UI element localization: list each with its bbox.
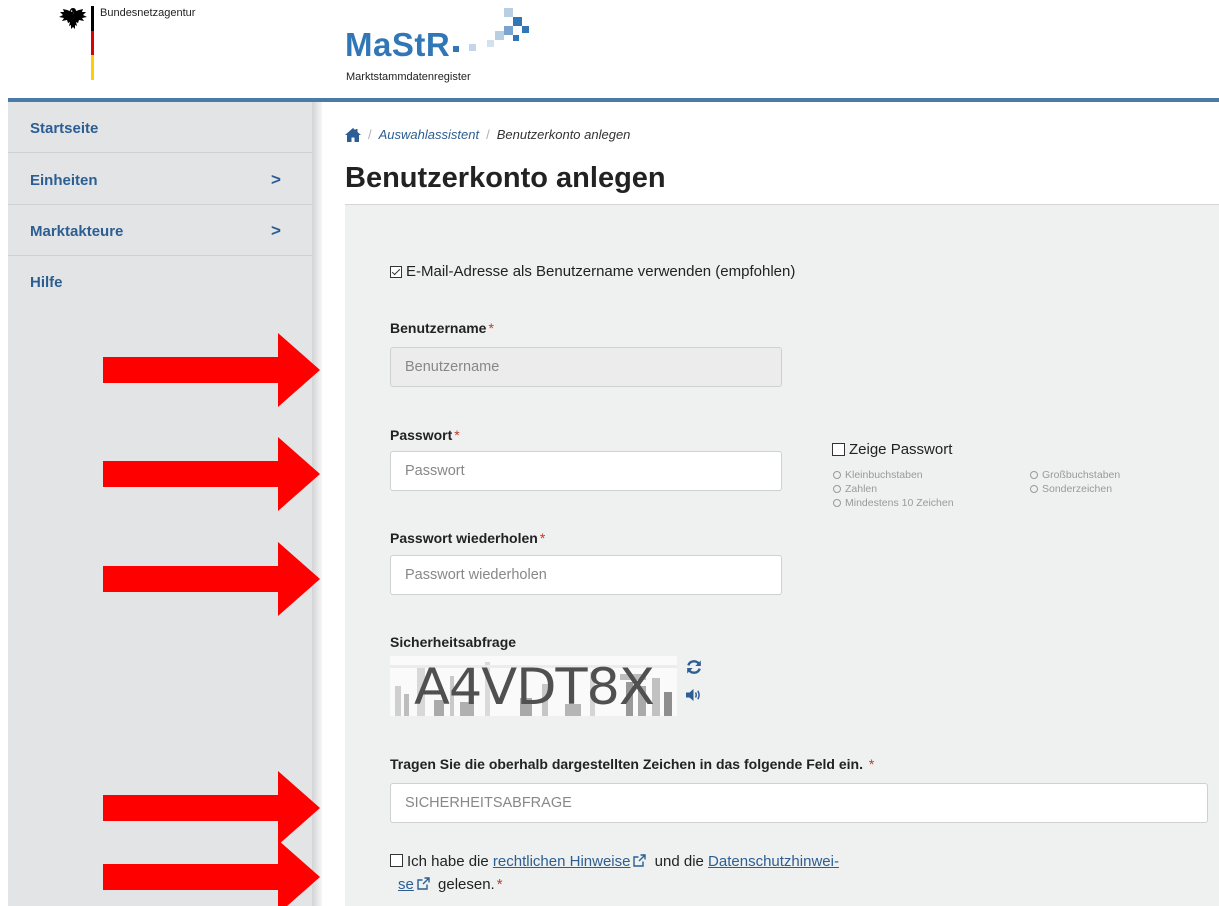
password-rule-digits: Zahlen (833, 483, 877, 495)
privacy-link-continued[interactable]: se (398, 876, 414, 893)
rule-text: Zahlen (845, 483, 878, 495)
sidebar-item-label: Marktakteure (30, 223, 124, 240)
bundesnetzagentur-logo[interactable]: Bundesnetzagentur (58, 6, 195, 81)
sidebar-item-label: Einheiten (30, 172, 98, 189)
password-rule-minlength: Mindestens 10 Zeichen (833, 497, 954, 509)
sidebar-item-label: Hilfe (30, 274, 63, 291)
chevron-right-icon: > (271, 170, 281, 189)
captcha-label: Sicherheitsabfrage (390, 634, 517, 650)
rule-text: Sonderzeichen (1042, 483, 1113, 495)
required-mark: * (868, 756, 875, 772)
terms-suffix: gelesen. (438, 876, 495, 893)
chevron-right-icon: > (271, 221, 281, 240)
external-link-icon (417, 877, 430, 890)
terms-line-2: se gelesen. * (390, 874, 503, 896)
agency-name: Bundesnetzagentur (100, 7, 196, 19)
external-link-icon (633, 854, 647, 867)
breadcrumb-link-auswahlassistent[interactable]: Auswahlassistent (379, 127, 479, 142)
rule-circle-icon (1030, 485, 1038, 493)
red-arrow-annotation (103, 840, 320, 906)
mastr-logo[interactable]: MaStR Marktstammdatenregister (345, 6, 545, 90)
breadcrumb-current: Benutzerkonto anlegen (496, 127, 631, 142)
password-rule-special: Sonderzeichen (1030, 483, 1112, 495)
breadcrumb: / Auswahlassistent / Benutzerkonto anleg… (345, 127, 630, 142)
terms-checkbox-row[interactable]: Ich habe die rechtlichen Hinweise und di… (390, 851, 839, 873)
federal-eagle-icon (59, 8, 87, 29)
required-mark: * (454, 427, 460, 443)
show-password-checkbox[interactable]: Zeige Passwort (832, 441, 952, 458)
rule-circle-icon (833, 471, 841, 479)
logo-title: MaStR (345, 26, 451, 63)
password-repeat-label-text: Passwort wiederholen (390, 530, 538, 546)
rule-circle-icon (833, 485, 841, 493)
legal-notice-link[interactable]: rechtlichen Hinweise (493, 853, 631, 870)
red-arrow-annotation (103, 437, 320, 511)
required-mark: * (496, 876, 503, 893)
sidebar-item-label: Startseite (30, 120, 99, 137)
home-icon[interactable] (345, 127, 361, 142)
sidebar-item-einheiten[interactable]: Einheiten > (8, 154, 312, 205)
logo-pixel-graphic (453, 8, 529, 52)
refresh-icon[interactable] (686, 659, 702, 675)
rule-text: Mindestens 10 Zeichen (845, 497, 954, 509)
captcha-input-label-text: Tragen Sie die oberhalb dargestellten Ze… (390, 756, 863, 772)
required-mark: * (488, 320, 494, 336)
captcha-input-label: Tragen Sie die oberhalb dargestellten Ze… (390, 756, 874, 772)
password-input[interactable]: Passwort (390, 451, 782, 491)
username-label-text: Benutzername (390, 320, 487, 336)
password-rule-uppercase: Großbuchstaben (1030, 469, 1120, 481)
page-header: Bundesnetzagentur MaStR Marktstammdatenr… (0, 0, 1219, 98)
red-arrow-annotation (103, 771, 320, 845)
checkbox-unchecked-icon[interactable] (390, 854, 403, 867)
speaker-icon[interactable] (686, 688, 702, 702)
german-flag-bar (91, 6, 94, 81)
password-repeat-label: Passwort wiederholen * (390, 530, 545, 546)
rule-text: Großbuchstaben (1042, 469, 1121, 481)
checkbox-checked-icon[interactable] (390, 265, 402, 278)
username-label: Benutzername * (390, 320, 494, 336)
password-label: Passwort * (390, 427, 460, 443)
rule-text: Kleinbuchstaben (845, 469, 923, 481)
terms-prefix: Ich habe die (407, 853, 489, 870)
use-email-checkbox[interactable]: E-Mail-Adresse als Benutzername verwende… (390, 263, 795, 280)
rule-circle-icon (833, 499, 841, 507)
checkbox-unchecked-icon[interactable] (832, 443, 845, 456)
sidebar-item-hilfe[interactable]: Hilfe (8, 256, 312, 307)
sidebar-item-startseite[interactable]: Startseite (8, 102, 312, 153)
captcha-text: A4VDT8X (414, 658, 655, 716)
breadcrumb-separator: / (486, 127, 490, 142)
password-rule-lowercase: Kleinbuchstaben (833, 469, 923, 481)
terms-middle: und die (654, 853, 704, 870)
password-repeat-input[interactable]: Passwort wiederholen (390, 555, 782, 595)
password-label-text: Passwort (390, 427, 453, 443)
privacy-link[interactable]: Datenschutzhinwei- (708, 853, 839, 870)
username-input[interactable]: Benutzername (390, 347, 782, 387)
captcha-input[interactable]: SICHERHEITSABFRAGE (390, 783, 1208, 823)
logo-subtitle: Marktstammdatenregister (346, 71, 471, 83)
red-arrow-annotation (103, 542, 320, 616)
sidebar-item-marktakteure[interactable]: Marktakteure > (8, 205, 312, 256)
rule-circle-icon (1030, 471, 1038, 479)
red-arrow-annotation (103, 333, 320, 407)
show-password-label: Zeige Passwort (849, 441, 953, 458)
breadcrumb-separator: / (368, 127, 372, 142)
captcha-image: A4VDT8X (390, 656, 677, 716)
page-title: Benutzerkonto anlegen (345, 162, 666, 194)
required-mark: * (539, 530, 546, 546)
use-email-label: E-Mail-Adresse als Benutzername verwende… (406, 263, 796, 280)
